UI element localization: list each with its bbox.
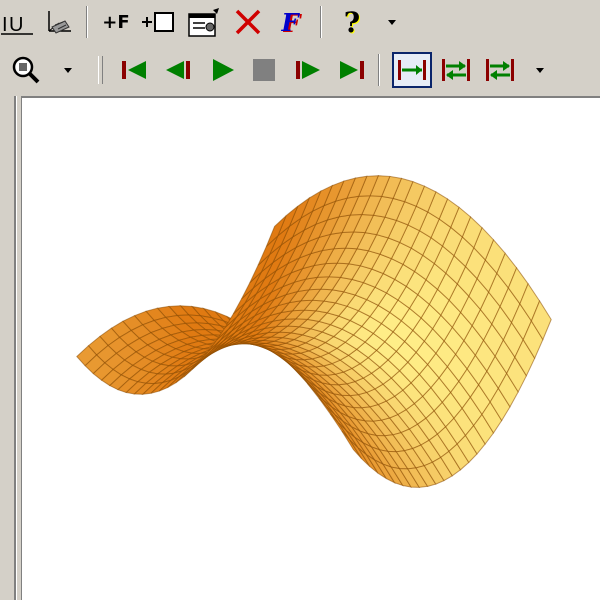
- properties-icon: [187, 6, 221, 38]
- add-box-icon: [140, 7, 176, 37]
- left-panel-edge: [0, 96, 22, 600]
- step-back-icon: [163, 57, 193, 83]
- chevron-down-icon: [62, 65, 74, 75]
- help-icon: ?: [344, 6, 360, 39]
- zoom-button[interactable]: [8, 52, 44, 88]
- add-object-button[interactable]: [140, 4, 176, 40]
- toolbar-separator: [320, 6, 322, 38]
- saddle-surface-plot[interactable]: [22, 98, 600, 600]
- continuous-icon: [440, 57, 472, 83]
- svg-text:U: U: [9, 14, 23, 36]
- toolbar-row-1: I U +F F ?: [0, 0, 600, 44]
- stop-button[interactable]: [246, 52, 282, 88]
- svg-text:I: I: [2, 14, 8, 36]
- step-back-button[interactable]: [160, 52, 196, 88]
- step-forward-icon: [293, 57, 323, 83]
- chevron-down-icon: [534, 65, 546, 75]
- toolbar-row-2: [0, 48, 600, 92]
- help-button[interactable]: ?: [334, 4, 370, 40]
- delete-button[interactable]: [230, 4, 266, 40]
- first-frame-icon: [119, 57, 149, 83]
- chevron-down-icon: [386, 17, 398, 27]
- zoom-options-button[interactable]: [56, 52, 80, 88]
- last-frame-icon: [337, 57, 367, 83]
- properties-button[interactable]: [186, 4, 222, 40]
- play-button[interactable]: [204, 52, 240, 88]
- zoom-icon: [9, 54, 43, 86]
- toolbar-area: I U +F F ?: [0, 0, 600, 96]
- last-frame-button[interactable]: [334, 52, 370, 88]
- single-cycle-icon: [396, 57, 428, 83]
- step-forward-button[interactable]: [290, 52, 326, 88]
- xyz-axis-icon: I U: [1, 7, 35, 37]
- plot-area[interactable]: [22, 96, 600, 600]
- add-function-button[interactable]: +F: [98, 4, 134, 40]
- function-f-icon: F: [281, 8, 298, 37]
- help-label: ?: [343, 5, 361, 39]
- play-icon: [207, 57, 237, 83]
- animation-options-button[interactable]: [528, 52, 552, 88]
- stop-icon: [249, 57, 279, 83]
- grid-3d-icon: [43, 7, 73, 37]
- oscillate-icon: [484, 57, 516, 83]
- oscillate-button[interactable]: [482, 52, 518, 88]
- toolbar-grip[interactable]: [98, 56, 103, 84]
- grid-3d-button[interactable]: [40, 4, 76, 40]
- delete-x-icon: [233, 7, 263, 37]
- axis-labels-button[interactable]: I U: [0, 4, 36, 40]
- panel-splitter[interactable]: [14, 96, 17, 600]
- continuous-button[interactable]: [438, 52, 474, 88]
- toolbar-options-button[interactable]: [380, 4, 404, 40]
- single-cycle-button[interactable]: [392, 52, 432, 88]
- add-function-label: +F: [102, 11, 130, 33]
- toolbar-separator: [86, 6, 88, 38]
- toolbar-separator: [378, 54, 380, 86]
- add-function-icon: +F: [102, 12, 129, 33]
- function-label: F: [281, 7, 299, 37]
- first-frame-button[interactable]: [116, 52, 152, 88]
- function-button[interactable]: F: [272, 4, 308, 40]
